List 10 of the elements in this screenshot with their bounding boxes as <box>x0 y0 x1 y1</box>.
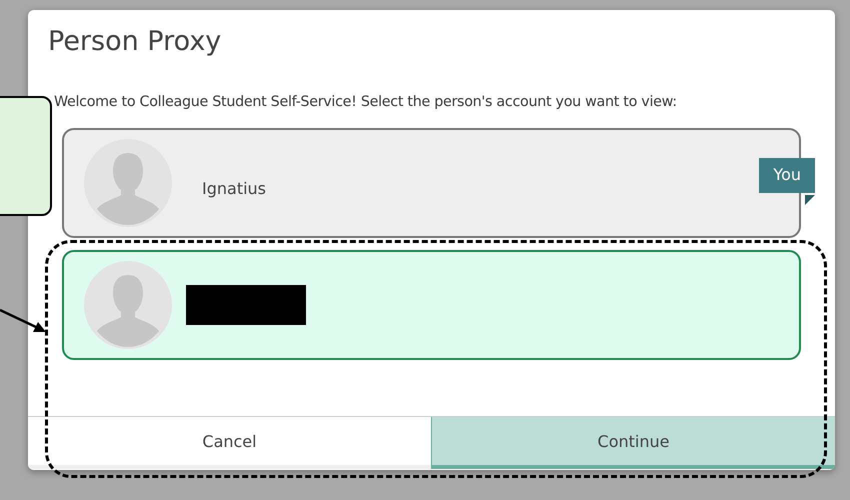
account-card[interactable] <box>62 250 801 360</box>
account-name: Ignatius <box>202 178 266 198</box>
cancel-button[interactable]: Cancel <box>28 417 431 469</box>
dialog-title: Person Proxy <box>47 25 222 59</box>
avatar-icon <box>84 139 172 227</box>
badge-fold-icon <box>805 195 815 205</box>
continue-button[interactable]: Continue <box>431 417 835 469</box>
welcome-message: Welcome to Colleague Student Self-Service! Select the person's account you want to view: <box>54 94 678 110</box>
avatar-icon <box>84 261 172 349</box>
you-badge: You <box>759 158 815 193</box>
